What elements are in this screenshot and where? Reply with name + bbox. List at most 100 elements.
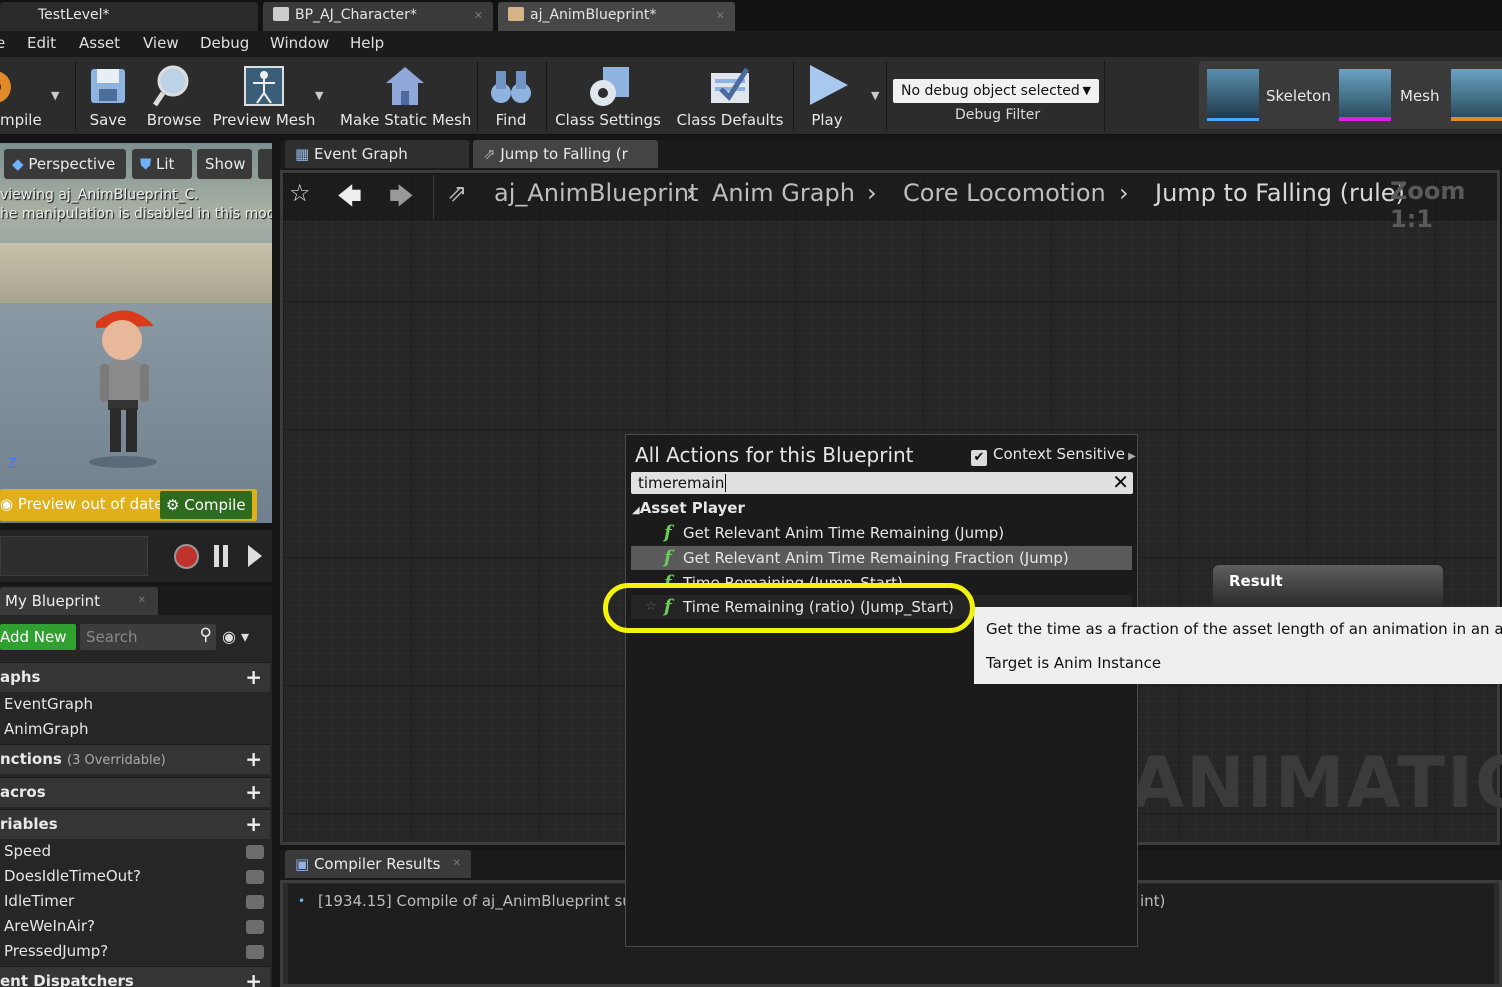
graph-item-animgraph[interactable]: AnimGraph — [4, 720, 89, 738]
add-icon[interactable]: + — [245, 663, 262, 691]
menu-asset[interactable]: Asset — [79, 34, 120, 52]
my-blueprint-search-input[interactable]: Search ⚲ — [80, 624, 216, 650]
tab-jump-to-falling[interactable]: ⇗ Jump to Falling (r — [473, 140, 658, 168]
class-defaults-label: Class Defaults — [676, 111, 784, 129]
variable-type-icon[interactable] — [246, 845, 264, 859]
perspective-button[interactable]: ◆ Perspective — [4, 149, 126, 179]
context-sensitive-toggle[interactable]: ✔ Context Sensitive ▶ — [971, 445, 1136, 466]
lit-shield-icon: ⛊ — [140, 155, 157, 173]
action-menu-title: All Actions for this Blueprint — [635, 443, 914, 467]
tooltip-description: Get the time as a fraction of the asset … — [986, 620, 1502, 638]
add-new-button[interactable]: Add New ▼ — [0, 624, 76, 674]
breadcrumb-root[interactable]: aj_AnimBlueprint — [494, 179, 699, 207]
favorite-star-icon[interactable]: ☆ — [289, 179, 311, 207]
event-dispatchers-section-header[interactable]: ent Dispatchers + — [0, 966, 270, 987]
make-static-mesh-button[interactable]: Make Static Mesh — [340, 57, 471, 133]
transition-rule-icon: ⇗ — [483, 145, 501, 163]
tab-aj-animblueprint[interactable]: aj_AnimBlueprint* ✕ — [498, 2, 735, 31]
breadcrumb-anim-graph[interactable]: Anim Graph — [712, 179, 855, 207]
chevron-down-icon[interactable]: ▼ — [871, 89, 879, 102]
add-icon[interactable]: + — [245, 745, 262, 773]
add-icon[interactable]: + — [245, 778, 262, 806]
graph-item-eventgraph[interactable]: EventGraph — [4, 695, 93, 713]
macros-section-header[interactable]: acros + — [0, 777, 270, 807]
breadcrumb-separator: › — [1119, 179, 1129, 207]
add-icon[interactable]: + — [245, 967, 262, 987]
action-item[interactable]: f Get Relevant Anim Time Remaining (Jump) — [631, 521, 1132, 545]
visibility-eye-icon[interactable]: ◉ ▾ — [222, 627, 249, 646]
viewport-compile-button[interactable]: ⚙ Compile — [160, 491, 252, 519]
browse-button[interactable]: Browse — [145, 57, 203, 133]
menu-file[interactable]: e — [0, 34, 5, 52]
variables-section-header[interactable]: riables + — [0, 809, 270, 839]
close-icon[interactable]: ✕ — [474, 2, 483, 29]
checkbox-checked-icon[interactable]: ✔ — [971, 450, 987, 466]
tab-event-graph[interactable]: ▦ Event Graph — [285, 140, 469, 168]
variable-item[interactable]: PressedJump? — [4, 942, 108, 960]
graphs-section-header[interactable]: aphs + — [0, 662, 270, 692]
eye-icon: ◉ — [0, 495, 18, 513]
close-icon[interactable]: ✕ — [138, 587, 146, 615]
skeleton-mode-icon[interactable] — [1207, 69, 1259, 121]
functions-section-header[interactable]: nctions (3 Overridable) + — [0, 744, 270, 774]
action-item-selected[interactable]: f Get Relevant Anim Time Remaining Fracti… — [631, 546, 1132, 570]
my-blueprint-tab[interactable]: My Blueprint ✕ — [0, 587, 158, 615]
menu-help[interactable]: Help — [350, 34, 384, 52]
action-search-input[interactable]: timeremain ✕ — [631, 471, 1133, 494]
breadcrumb-core-locomotion[interactable]: Core Locomotion — [903, 179, 1106, 207]
tab-bp-aj-character[interactable]: BP_AJ_Character* ✕ — [263, 2, 493, 31]
category-asset-player[interactable]: ◢Asset Player — [632, 499, 745, 517]
show-button[interactable]: Show — [197, 149, 252, 179]
class-settings-button[interactable]: Class Settings — [555, 57, 661, 133]
tab-compiler-results[interactable]: ▣ Compiler Results ✕ — [285, 850, 471, 878]
log-bullet-icon: • — [298, 894, 306, 908]
variable-item[interactable]: AreWeInAir? — [4, 917, 95, 935]
variable-type-icon[interactable] — [246, 870, 264, 884]
find-button[interactable]: Find — [484, 57, 538, 133]
pause-icon[interactable] — [214, 545, 219, 567]
mesh-mode-label[interactable]: Mesh — [1400, 87, 1440, 105]
menu-debug[interactable]: Debug — [200, 34, 249, 52]
chevron-down-icon[interactable]: ▼ — [51, 89, 59, 102]
debug-filter-label: Debug Filter — [955, 107, 1041, 123]
animation-mode-icon[interactable] — [1451, 69, 1502, 121]
save-button[interactable]: Save — [82, 57, 134, 133]
variable-item[interactable]: Speed — [4, 842, 51, 860]
menu-edit[interactable]: Edit — [27, 34, 56, 52]
browse-label: Browse — [146, 111, 202, 129]
category-label: Asset Player — [639, 499, 745, 517]
play-button[interactable]: Play — [800, 57, 854, 133]
timeline-field[interactable] — [0, 536, 148, 576]
compiler-message: [1934.15] Compile of aj_AnimBlueprint su… — [318, 892, 649, 910]
variable-type-icon[interactable] — [246, 920, 264, 934]
variable-type-icon[interactable] — [246, 895, 264, 909]
chevron-down-icon[interactable]: ▼ — [315, 89, 323, 102]
variable-item[interactable]: DoesIdleTimeOut? — [4, 867, 141, 885]
variable-item[interactable]: IdleTimer — [4, 892, 74, 910]
action-item-label: Get Relevant Anim Time Remaining (Jump) — [683, 524, 1005, 542]
mesh-mode-icon[interactable] — [1339, 69, 1391, 121]
close-icon[interactable]: ✕ — [453, 850, 461, 878]
forward-arrow-icon[interactable]: 🡆 — [389, 179, 414, 220]
add-icon[interactable]: + — [245, 810, 262, 838]
tab-testlevel[interactable]: TestLevel* — [0, 2, 258, 31]
skeleton-mode-label[interactable]: Skeleton — [1266, 87, 1331, 105]
viewport-more-button[interactable] — [258, 149, 272, 179]
debug-object-dropdown[interactable]: No debug object selected ▼ — [893, 79, 1099, 103]
close-icon[interactable]: ✕ — [716, 2, 725, 29]
variable-type-icon[interactable] — [246, 945, 264, 959]
class-defaults-button[interactable]: Class Defaults — [676, 57, 784, 133]
lit-button[interactable]: ⛊ Lit — [132, 149, 192, 179]
menu-window[interactable]: Window — [270, 34, 329, 52]
step-forward-icon[interactable] — [248, 545, 262, 567]
result-node[interactable]: Result — [1213, 565, 1443, 607]
tab-label: aj_AnimBlueprint* — [530, 7, 657, 23]
clear-search-icon[interactable]: ✕ — [1112, 471, 1129, 493]
class-settings-gear-icon — [590, 67, 629, 106]
show-label: Show — [205, 155, 246, 173]
record-icon[interactable] — [174, 544, 199, 569]
back-arrow-icon[interactable]: 🡄 — [337, 179, 362, 220]
preview-mesh-button[interactable]: Preview Mesh — [212, 57, 316, 133]
breadcrumb-separator: › — [686, 179, 696, 207]
menu-view[interactable]: View — [143, 34, 179, 52]
